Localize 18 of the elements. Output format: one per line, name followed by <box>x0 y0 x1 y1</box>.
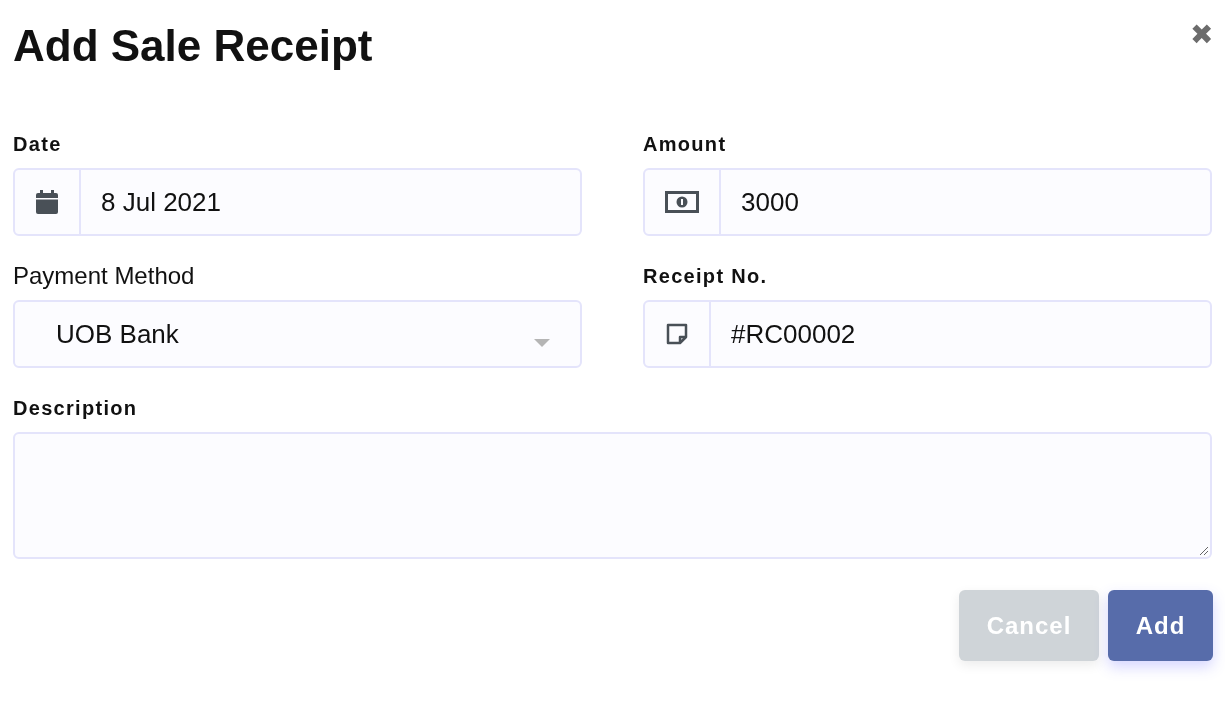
field-label: Payment Method <box>13 262 196 290</box>
field-label: Receipt No. <box>643 264 769 289</box>
banknote-icon <box>665 191 699 213</box>
select-field[interactable]: UOB Bank <box>13 300 582 368</box>
input-field[interactable]: #RC00002 <box>643 300 1212 368</box>
field-label: Description <box>13 396 139 421</box>
caret-icon <box>534 339 550 347</box>
input-field[interactable]: 3000 <box>643 168 1212 236</box>
field-label: Date <box>13 132 63 157</box>
resize-handle-icon[interactable] <box>1197 544 1209 556</box>
note-icon <box>666 323 688 345</box>
field-label: Amount <box>643 132 728 157</box>
input-field[interactable]: 8 Jul 2021 <box>13 168 582 236</box>
calendar-icon <box>36 190 58 214</box>
add-button[interactable]: Add <box>1108 590 1213 661</box>
dialog-title: Add Sale Receipt <box>13 20 373 72</box>
close-button[interactable]: ✖ <box>1190 20 1213 50</box>
description-field[interactable] <box>13 432 1212 559</box>
